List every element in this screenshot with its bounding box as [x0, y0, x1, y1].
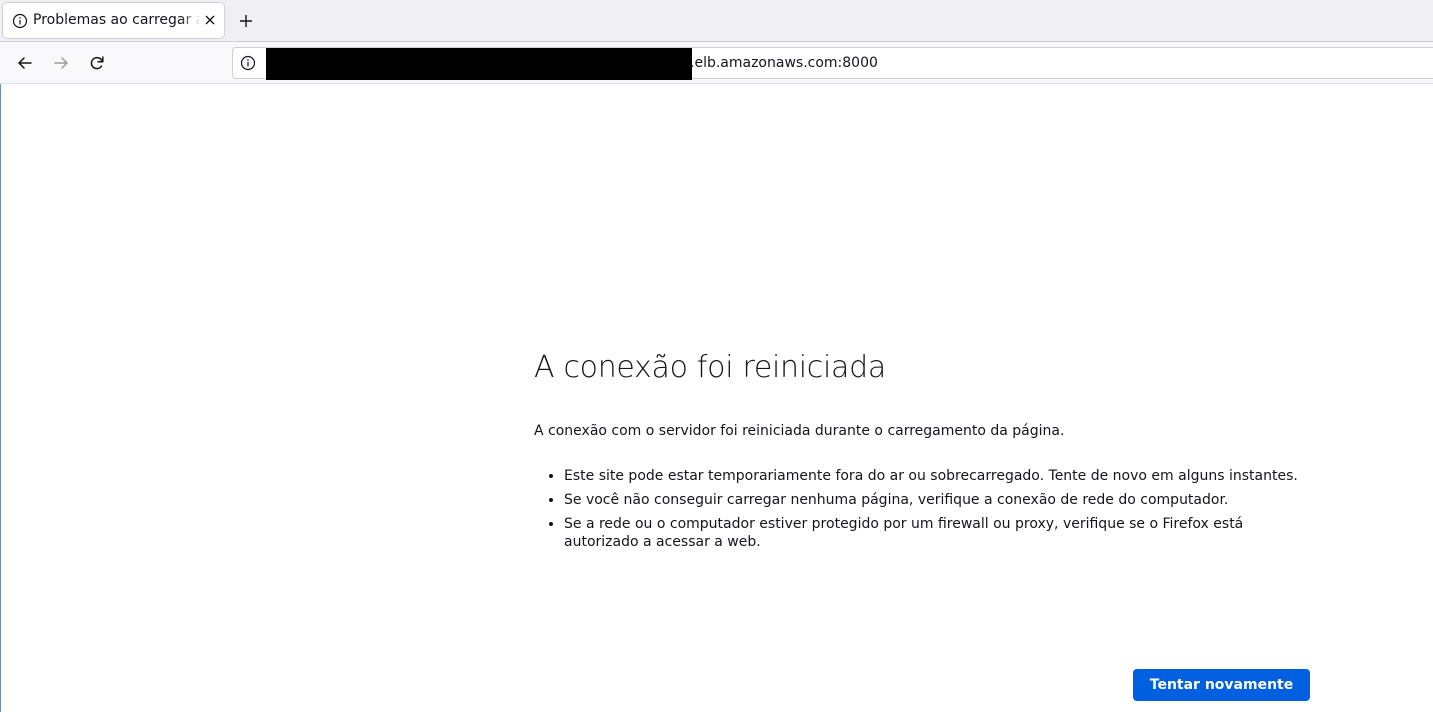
- page-content: A conexão foi reiniciada A conexão com o…: [0, 84, 1433, 712]
- info-icon: [12, 13, 28, 29]
- info-icon[interactable]: [240, 55, 256, 71]
- reload-icon[interactable]: [87, 53, 107, 73]
- url-redacted-block: [266, 48, 692, 80]
- url-text[interactable]: .elb.amazonaws.com:8000: [690, 48, 878, 78]
- retry-button[interactable]: Tentar novamente: [1133, 669, 1310, 701]
- arrow-right-icon[interactable]: [51, 53, 71, 73]
- error-title: A conexão foi reiniciada: [534, 350, 886, 385]
- error-suggestions: Este site pode estar temporariamente for…: [534, 467, 1314, 551]
- window-edge: [0, 84, 1, 712]
- list-item: Este site pode estar temporariamente for…: [564, 467, 1314, 485]
- error-description: A conexão com o servidor foi reiniciada …: [534, 423, 1065, 439]
- close-icon[interactable]: [202, 12, 218, 28]
- list-item: Se a rede ou o computador estiver proteg…: [564, 515, 1314, 551]
- error-container: A conexão foi reiniciada A conexão com o…: [534, 346, 1314, 701]
- list-item: Se você não conseguir carregar nenhuma p…: [564, 491, 1314, 509]
- plus-icon[interactable]: [236, 11, 256, 31]
- url-bar[interactable]: .elb.amazonaws.com:8000: [232, 47, 1433, 80]
- arrow-left-icon[interactable]: [15, 53, 35, 73]
- tab-strip: Problemas ao carregar a página: [0, 0, 1433, 42]
- tab-active[interactable]: Problemas ao carregar a página: [3, 3, 224, 38]
- nav-bar: .elb.amazonaws.com:8000: [0, 42, 1433, 84]
- tab-title: Problemas ao carregar a página: [33, 12, 201, 28]
- browser-window: Problemas ao carregar a página: [0, 0, 1433, 712]
